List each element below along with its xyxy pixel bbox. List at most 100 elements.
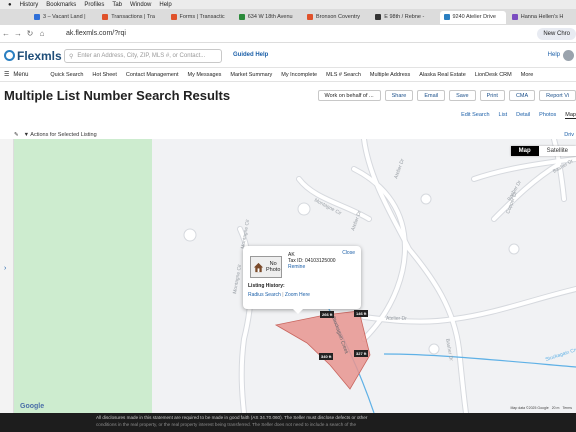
nav-more[interactable]: More <box>521 72 534 78</box>
nav-hot-sheet[interactable]: Hot Sheet <box>92 72 116 78</box>
menu-profiles[interactable]: Profiles <box>84 2 104 8</box>
browser-toolbar: ← → ↻ ⌂ ak.flexmls.com/?rqi New Chro <box>0 25 576 43</box>
browser-tab[interactable]: Transactions | Tra <box>98 11 164 24</box>
nav-market-summary[interactable]: Market Summary <box>230 72 272 78</box>
tab-label: 3 – Vacant Land | <box>43 14 86 20</box>
flexmls-logo-icon <box>4 50 15 61</box>
tab-favicon-icon <box>238 14 245 20</box>
popup-close-button[interactable]: Close <box>342 250 355 256</box>
nav-my-incomplete[interactable]: My Incomplete <box>281 72 317 78</box>
tab-favicon-icon <box>34 14 40 20</box>
nav-mls-search[interactable]: MLS # Search <box>326 72 361 78</box>
flexmls-logo[interactable]: Flexmls <box>4 49 62 63</box>
menu-button[interactable]: ☰ Menu <box>4 71 29 79</box>
lot-dimension-label: 327 ft <box>354 350 369 357</box>
nav-alaska-real-estate[interactable]: Alaska Real Estate <box>419 72 465 78</box>
tab-edit-search[interactable]: Edit Search <box>461 112 489 119</box>
remine-link[interactable]: Remine <box>288 264 305 270</box>
save-button[interactable]: Save <box>449 90 476 101</box>
menu-history[interactable]: History <box>20 2 39 8</box>
disclosure-line: All disclosures made in this statement a… <box>96 415 368 420</box>
tab-label: Transactions | Tra <box>111 14 155 20</box>
cma-button[interactable]: CMA <box>508 90 536 101</box>
nav-liondesk-crm[interactable]: LionDesk CRM <box>475 72 512 78</box>
tab-favicon-icon <box>102 14 109 20</box>
drive-link[interactable]: Driv <box>564 132 574 138</box>
map-type-map-button[interactable]: Map <box>510 146 539 156</box>
terms-link[interactable]: Terms <box>562 406 572 410</box>
chevron-right-icon: › <box>4 265 7 272</box>
edit-icon[interactable]: ✎ <box>14 132 19 138</box>
popup-links: Radius Search | Zoom Here <box>248 292 310 298</box>
no-photo-text: No Photo <box>266 261 280 273</box>
email-button[interactable]: Email <box>417 90 446 101</box>
street-label: Stuckagain Creek <box>545 345 576 363</box>
work-on-behalf-button[interactable]: Work on behalf of ... <box>317 90 381 101</box>
tab-label: Forms | Transactic <box>179 14 225 20</box>
tab-label: E 98th / Rebne - <box>384 14 425 20</box>
menu-window[interactable]: Window <box>130 2 151 8</box>
tab-label: Hanna Hellen's H <box>520 14 564 20</box>
browser-tab[interactable]: Forms | Transactic <box>167 11 233 24</box>
search-placeholder: Enter an Address, City, ZIP, MLS #, or C… <box>77 53 206 59</box>
tab-favicon-icon <box>170 14 177 20</box>
nav-quick-search[interactable]: Quick Search <box>50 72 83 78</box>
tab-list[interactable]: List <box>499 112 508 119</box>
forward-icon[interactable]: → <box>12 29 24 38</box>
lot-dimension-label: 266 ft <box>320 311 335 318</box>
street-label: Atelier Dr <box>386 316 407 322</box>
hamburger-icon: ☰ <box>4 72 10 78</box>
listing-history-heading: Listing History: <box>248 283 285 289</box>
global-search-input[interactable]: ⚲ Enter an Address, City, ZIP, MLS #, or… <box>64 49 222 63</box>
browser-tab[interactable]: E 98th / Rebne - <box>371 11 437 24</box>
report-view-button[interactable]: Report Vi <box>539 90 576 101</box>
system-menu-bar: ● History Bookmarks Profiles Tab Window … <box>0 0 576 9</box>
menu-help[interactable]: Help <box>159 2 171 8</box>
nav-multiple-address[interactable]: Multiple Address <box>370 72 410 78</box>
nav-contact-management[interactable]: Contact Management <box>126 72 179 78</box>
tab-favicon-icon <box>375 14 382 20</box>
page-title: Multiple List Number Search Results <box>4 88 231 103</box>
tab-photos[interactable]: Photos <box>539 112 556 119</box>
radius-search-link[interactable]: Radius Search <box>248 292 281 298</box>
print-button[interactable]: Print <box>479 90 505 101</box>
google-logo: Google <box>20 403 45 410</box>
actions-label: Actions for Selected Listing <box>30 131 97 138</box>
browser-tab[interactable]: Bronson Coventry <box>303 11 369 24</box>
browser-tab-active[interactable]: 9240 Atelier Drive <box>439 10 506 24</box>
menu-label: Menu <box>13 71 29 78</box>
home-icon[interactable]: ⌂ <box>36 29 48 38</box>
help-menu[interactable]: Help <box>548 52 560 58</box>
view-tabs: Edit Search List Detail Photos Map <box>461 112 576 119</box>
browser-tab[interactable]: 634 W 18th Avenu <box>235 11 301 24</box>
nav-my-messages[interactable]: My Messages <box>187 72 221 78</box>
avatar[interactable] <box>563 50 574 61</box>
guided-help-link[interactable]: Guided Help <box>233 52 268 58</box>
apple-icon[interactable]: ● <box>8 2 12 8</box>
back-icon[interactable]: ← <box>0 29 12 38</box>
search-icon: ⚲ <box>69 53 74 60</box>
menu-tab[interactable]: Tab <box>112 2 122 8</box>
logo-text: Flexmls <box>17 48 62 63</box>
actions-dropdown[interactable]: ▼ Actions for Selected Listing <box>24 132 97 138</box>
map-type-satellite-button[interactable]: Satellite <box>538 146 576 156</box>
side-panel-toggle[interactable]: › <box>0 139 14 413</box>
no-photo-line: Photo <box>266 267 281 273</box>
share-button[interactable]: Share <box>384 90 414 101</box>
popup-pointer <box>293 309 303 314</box>
zoom-here-link[interactable]: Zoom Here <box>285 292 310 298</box>
selection-bar: ✎ ▼ Actions for Selected Listing Driv <box>14 130 576 139</box>
no-photo-placeholder: No Photo <box>250 256 282 278</box>
map-scale: 20 m <box>551 406 560 410</box>
tab-detail[interactable]: Detail <box>516 112 530 119</box>
address-bar[interactable]: ak.flexmls.com/?rqi <box>66 30 126 37</box>
browser-tab[interactable]: 3 – Vacant Land | <box>30 11 96 24</box>
map-view[interactable]: Montagne Cir Montagne Cir Montagne Cir A… <box>14 139 576 413</box>
tab-map[interactable]: Map <box>565 112 576 119</box>
listing-info-popup: Close No Photo AK Tax ID: 04103125000 Re… <box>243 246 361 314</box>
street-label: Atelier Dr <box>393 158 406 180</box>
new-chrome-button[interactable]: New Chro <box>537 28 576 40</box>
menu-bookmarks[interactable]: Bookmarks <box>46 2 76 8</box>
browser-tab[interactable]: Hanna Hellen's H <box>508 11 574 24</box>
reload-icon[interactable]: ↻ <box>24 29 36 38</box>
